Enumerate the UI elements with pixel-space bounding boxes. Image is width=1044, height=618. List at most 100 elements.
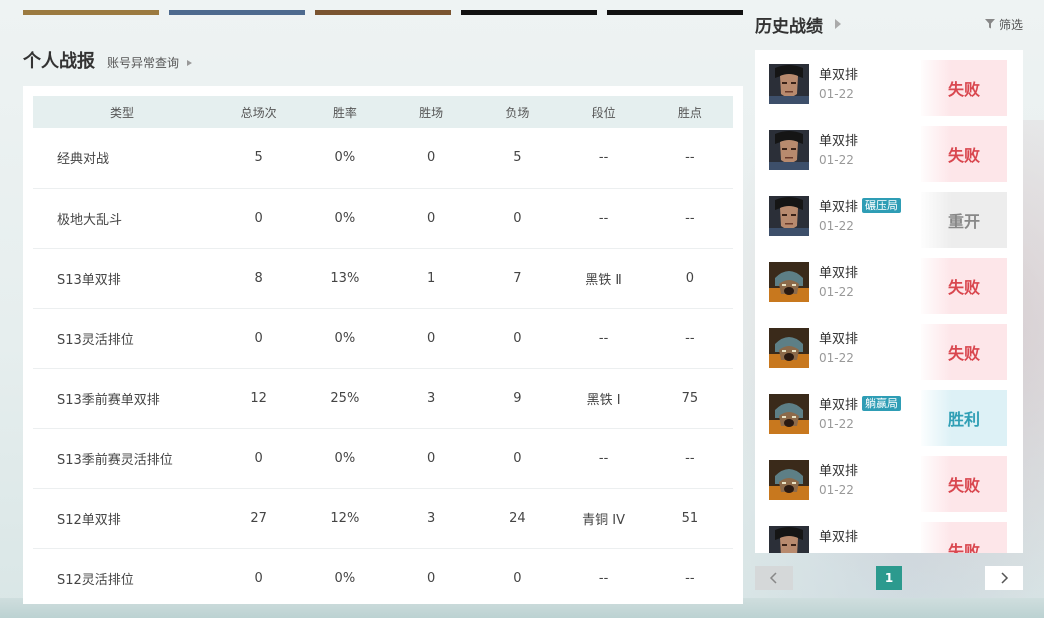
table-row: S13季前赛灵活排位 0 0% 0 0 -- --: [33, 428, 733, 488]
header-winrate: 胜率: [332, 105, 357, 120]
match-date: 01-22: [819, 87, 854, 101]
cell-losses: 5: [513, 150, 522, 166]
match-item[interactable]: 单双排 碾压局 01-22 重开: [755, 188, 1023, 254]
champion-portrait-dark-hair-icon: [769, 196, 809, 236]
header-lp: 胜点: [677, 105, 702, 120]
cell-wins: 0: [426, 150, 436, 166]
cell-winrate: 13%: [330, 270, 360, 286]
match-mode: 单双排 碾压局: [819, 196, 902, 215]
cell-wins: 0: [426, 570, 436, 586]
cell-rank: 黑铁 Ⅱ: [585, 272, 622, 288]
history-title: 历史战绩: [755, 16, 823, 37]
match-date: 01-22: [819, 351, 854, 365]
cell-rank: 黑铁 Ⅰ: [586, 392, 621, 408]
previous-page-button[interactable]: [755, 566, 793, 590]
match-result-badge: 失败: [921, 60, 1007, 116]
cell-losses: 0: [513, 330, 522, 346]
cell-lp: --: [685, 570, 695, 586]
match-mode-label: 单双排: [819, 134, 859, 149]
arrow-right-icon: [187, 59, 193, 66]
chevron-left-icon: [769, 572, 777, 584]
match-result-badge: 失败: [921, 126, 1007, 182]
cell-losses: 24: [509, 510, 526, 526]
cell-rank: --: [598, 330, 609, 346]
table-row: 极地大乱斗 0 0% 0 0 -- --: [33, 188, 733, 248]
color-strip: [607, 10, 743, 15]
cell-type: 极地大乱斗: [57, 212, 123, 228]
match-item[interactable]: 单双排 01-22 失败: [755, 122, 1023, 188]
match-date: 01-22: [819, 219, 854, 233]
cell-rank: --: [598, 150, 609, 166]
champion-portrait-dark-hair-icon: [769, 130, 809, 170]
cell-losses: 0: [513, 570, 522, 586]
cell-lp: --: [685, 210, 695, 226]
cell-type: S12灵活排位: [57, 572, 134, 588]
cell-wins: 0: [426, 450, 436, 466]
chevron-right-icon: [1001, 572, 1009, 584]
cell-winrate: 0%: [334, 450, 356, 466]
color-strips: [23, 10, 743, 15]
match-item[interactable]: 单双排 01-22 失败: [755, 254, 1023, 320]
color-strip: [169, 10, 305, 15]
table-row: S13灵活排位 0 0% 0 0 -- --: [33, 308, 733, 368]
header-type: 类型: [110, 105, 135, 120]
filter-button[interactable]: 筛选: [984, 16, 1023, 33]
cell-winrate: 25%: [330, 390, 360, 406]
match-item[interactable]: 单双排 01-22 失败: [755, 320, 1023, 386]
cell-wins: 3: [426, 390, 436, 406]
champion-portrait-horned-helmet-icon: [769, 328, 809, 368]
match-item[interactable]: 单双排 失败: [755, 518, 1023, 553]
match-tag-badge: 躺赢局: [862, 396, 902, 411]
cell-winrate: 0%: [334, 210, 356, 226]
page-number-current[interactable]: 1: [876, 566, 902, 590]
match-item[interactable]: 单双排 01-22 失败: [755, 56, 1023, 122]
match-item[interactable]: 单双排 躺赢局 01-22 胜利: [755, 386, 1023, 452]
match-result-badge: 重开: [921, 192, 1007, 248]
cell-type: S13季前赛单双排: [57, 392, 160, 408]
cell-total: 0: [254, 570, 263, 586]
color-strip: [315, 10, 451, 15]
pagination: 1: [755, 566, 1023, 590]
cell-wins: 0: [426, 330, 436, 346]
match-result-badge: 失败: [921, 522, 1007, 553]
cell-losses: 0: [513, 210, 522, 226]
match-result-badge: 胜利: [921, 390, 1007, 446]
cell-total: 27: [250, 510, 267, 526]
cell-total: 5: [254, 150, 263, 166]
account-anomaly-label: 账号异常查询: [107, 56, 180, 70]
cell-losses: 0: [513, 450, 522, 466]
match-mode-label: 单双排: [819, 200, 859, 215]
match-mode: 单双排 躺赢局: [819, 394, 902, 413]
cell-winrate: 12%: [330, 510, 360, 526]
cell-winrate: 0%: [334, 150, 356, 166]
table-row: S13单双排 8 13% 1 7 黑铁 Ⅱ 0: [33, 248, 733, 308]
match-mode-label: 单双排: [819, 464, 859, 479]
header-wins: 胜场: [419, 105, 444, 120]
cell-wins: 3: [426, 510, 436, 526]
cell-rank: --: [598, 450, 609, 466]
champion-portrait-dark-hair-icon: [769, 64, 809, 104]
cell-total: 0: [254, 450, 263, 466]
cell-losses: 7: [513, 270, 522, 286]
arrow-right-icon[interactable]: [835, 19, 841, 29]
match-mode: 单双排: [819, 328, 858, 347]
next-page-button[interactable]: [985, 566, 1023, 590]
cell-total: 12: [250, 390, 267, 406]
cell-type: S13单双排: [57, 272, 121, 288]
champion-portrait-horned-helmet-icon: [769, 394, 809, 434]
cell-total: 8: [254, 270, 263, 286]
cell-lp: --: [685, 330, 695, 346]
header-rank: 段位: [591, 105, 616, 120]
history-header: 历史战绩 筛选: [755, 12, 1023, 37]
account-anomaly-link[interactable]: 账号异常查询: [107, 54, 193, 71]
personal-report-header: 个人战报 账号异常查询: [23, 47, 193, 73]
match-mode: 单双排: [819, 460, 858, 479]
cell-rank: --: [598, 210, 609, 226]
table-header-row: 类型 总场次 胜率 胜场 负场 段位 胜点: [33, 96, 733, 128]
cell-rank: --: [598, 570, 609, 586]
match-mode: 单双排: [819, 262, 858, 281]
cell-total: 0: [254, 210, 263, 226]
match-tag-badge: 碾压局: [862, 198, 902, 213]
match-item[interactable]: 单双排 01-22 失败: [755, 452, 1023, 518]
cell-type: S12单双排: [57, 512, 121, 528]
